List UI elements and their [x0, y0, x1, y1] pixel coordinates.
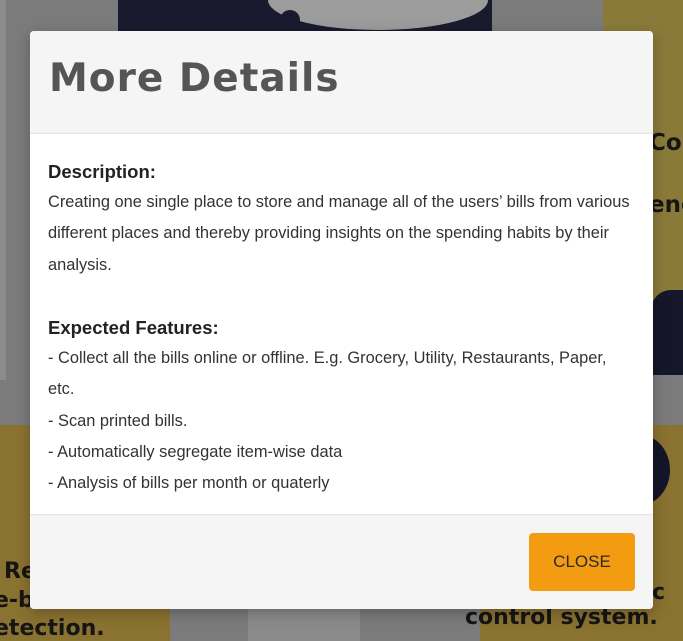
modal-footer: CLOSE [30, 514, 653, 609]
close-button[interactable]: CLOSE [529, 533, 635, 591]
description-heading: Description: [48, 161, 156, 182]
background-card [0, 0, 6, 380]
features-heading: Expected Features: [48, 317, 219, 338]
background-card-title: Col [649, 130, 683, 156]
feature-item: - Analysis of bills per month or quaterl… [48, 474, 330, 493]
feature-item: - Collect all the bills online or offlin… [48, 349, 607, 399]
modal-body: Description: Creating one single place t… [30, 134, 653, 514]
feature-list: - Collect all the bills online or offlin… [48, 343, 635, 499]
modal-header: More Details [30, 31, 653, 134]
details-modal: More Details Description: Creating one s… [30, 31, 653, 609]
background-card-title: etection. [0, 616, 105, 641]
modal-title: More Details [49, 56, 340, 101]
background-illustration [280, 10, 300, 30]
background-card-title: e-b [0, 588, 34, 613]
description-text: Creating one single place to store and m… [48, 193, 630, 274]
background-illustration [268, 0, 488, 30]
background-illustration [651, 290, 683, 375]
background-card-title: c [652, 580, 666, 605]
feature-item: - Scan printed bills. [48, 411, 188, 430]
feature-item: - Automatically segregate item-wise data [48, 442, 343, 461]
background-card-title: eng [649, 192, 683, 218]
